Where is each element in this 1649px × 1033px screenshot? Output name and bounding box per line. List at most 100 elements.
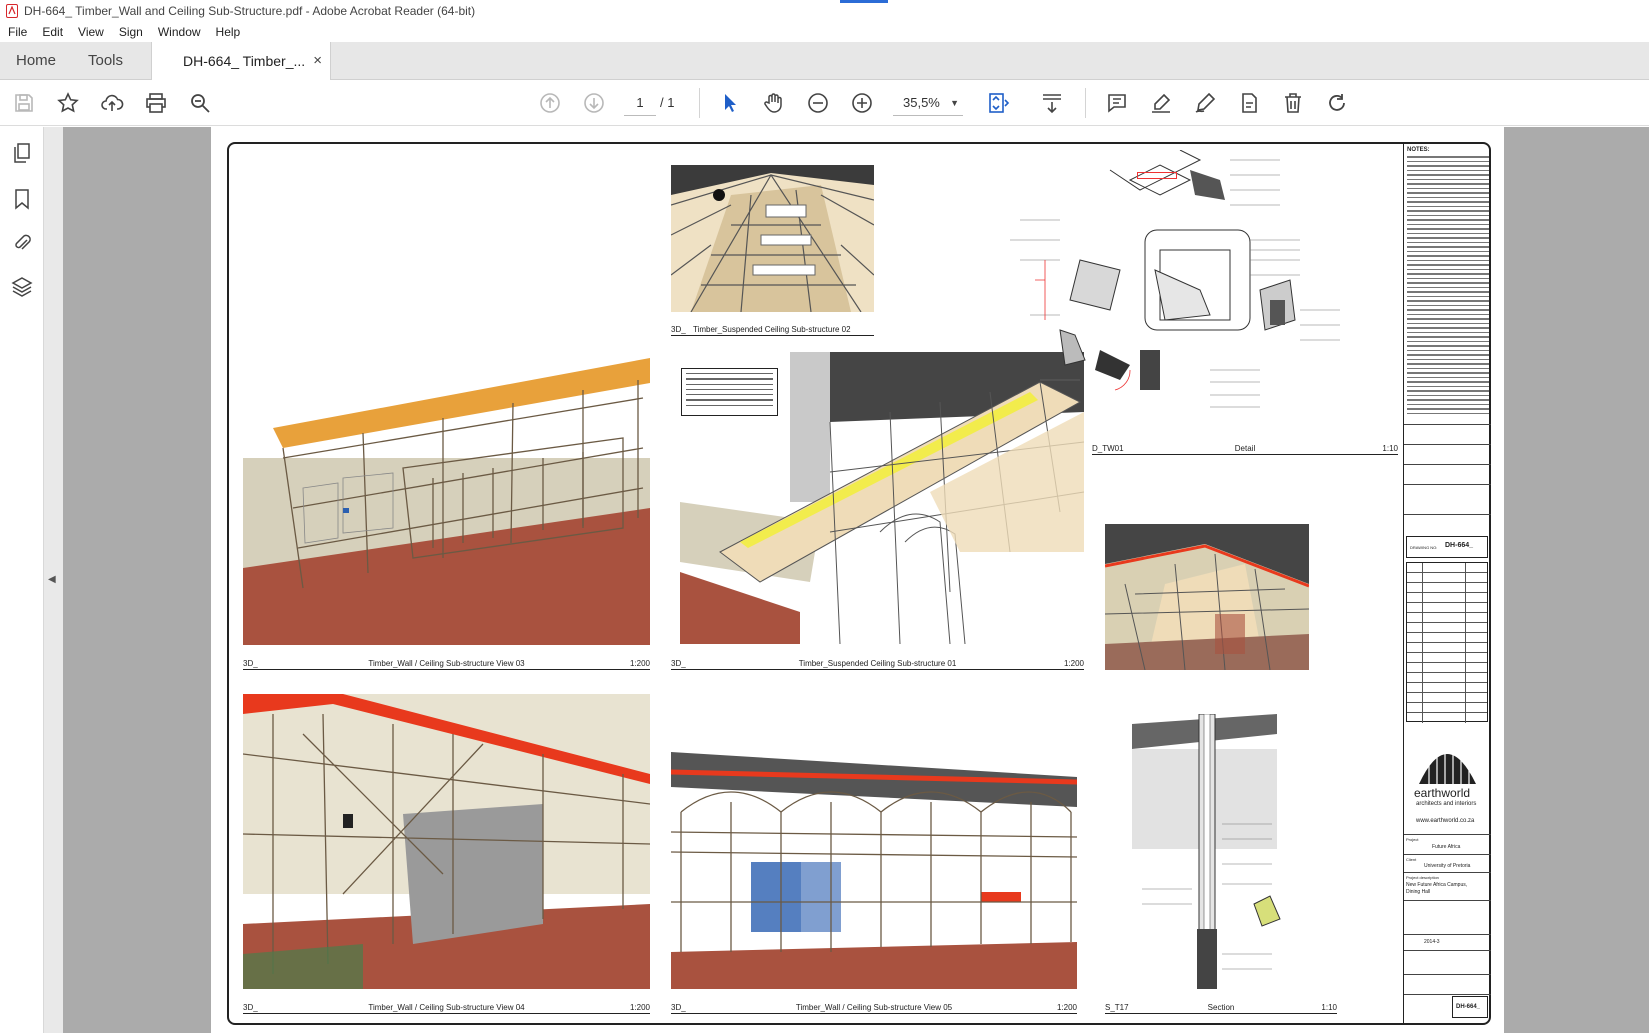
view-3d-wall-ceiling-05 [671, 752, 1077, 989]
view-label-3d-ceiling-02: 3D_ Timber_Suspended Ceiling Sub-structu… [671, 325, 874, 336]
organize-stamp-icon[interactable] [1237, 91, 1261, 115]
view-label-scale: 1:200 [1056, 1003, 1077, 1012]
print-icon[interactable] [144, 91, 168, 115]
view-label-3d-wall-ceiling-04: 3D_ Timber_Wall / Ceiling Sub-structure … [243, 1003, 650, 1014]
view-detail-tw01 [1000, 150, 1400, 430]
hand-tool-icon[interactable] [762, 91, 786, 115]
project-description: New Future Africa Campus, Dining Hall [1406, 882, 1468, 895]
detail-callout-tag [1137, 172, 1177, 179]
menu-view[interactable]: View [78, 25, 104, 39]
view-label-scale: 1:200 [1063, 659, 1084, 668]
drawing-number: DH-664_ [1445, 542, 1474, 549]
company-subtitle: architects and interiors [1416, 801, 1477, 807]
save-icon[interactable] [12, 91, 36, 115]
notes-body [1407, 156, 1489, 416]
acrobat-icon [6, 4, 18, 18]
select-cursor-icon[interactable] [718, 91, 742, 115]
page-total: / 1 [660, 95, 675, 110]
view-label-ref: 3D_ [671, 325, 686, 334]
zoom-in-icon[interactable] [850, 91, 874, 115]
view-label-3d-wall-ceiling-03: 3D_ Timber_Wall / Ceiling Sub-structure … [243, 659, 650, 670]
layers-icon[interactable] [10, 275, 34, 299]
zoom-out-icon[interactable] [806, 91, 830, 115]
client-name: University of Pretoria [1424, 863, 1471, 869]
sign-icon[interactable] [1193, 91, 1217, 115]
menu-sign[interactable]: Sign [119, 25, 143, 39]
window-title: DH-664_ Timber_Wall and Ceiling Sub-Stru… [24, 4, 476, 18]
stamp-number: DH-664_ [1456, 1004, 1481, 1010]
bookmark-star-icon[interactable] [56, 91, 80, 115]
toolbar-divider [699, 88, 700, 118]
attachments-paperclip-icon[interactable] [10, 231, 34, 255]
window-titlebar: DH-664_ Timber_Wall and Ceiling Sub-Stru… [0, 0, 1649, 22]
view-label-3d-ceiling-01: 3D_ Timber_Suspended Ceiling Sub-structu… [671, 659, 1084, 670]
left-navigation-rail [0, 127, 44, 1033]
menu-help[interactable]: Help [216, 25, 241, 39]
view-label-3d-wall-ceiling-05: 3D_ Timber_Wall / Ceiling Sub-structure … [671, 1003, 1077, 1014]
view-label-name: Timber_Suspended Ceiling Sub-structure 0… [798, 659, 957, 668]
comment-icon[interactable] [1105, 91, 1129, 115]
scroll-mode-icon[interactable] [1040, 91, 1064, 115]
tab-tools[interactable]: Tools [88, 42, 123, 80]
project-number: 2014-3 [1424, 939, 1440, 945]
zoom-search-icon[interactable] [188, 91, 212, 115]
highlight-pen-icon[interactable] [1149, 91, 1173, 115]
menu-window[interactable]: Window [158, 25, 201, 39]
menu-file[interactable]: File [8, 25, 27, 39]
drawing-stamp-box: DH-664_ [1452, 996, 1488, 1018]
zoom-level-value: 35,5% [903, 95, 940, 110]
chevron-down-icon: ▼ [950, 98, 959, 108]
view-label-detail-tw01: D_TW01 Detail 1:10 [1092, 444, 1398, 455]
prev-page-icon[interactable] [538, 91, 562, 115]
company-name: earthworld [1414, 786, 1471, 800]
next-page-icon[interactable] [582, 91, 606, 115]
delete-trash-icon[interactable] [1281, 91, 1305, 115]
toolbar-divider [1085, 88, 1086, 118]
view-label-name: Detail [1234, 444, 1256, 453]
view-label-name: Timber_Wall / Ceiling Sub-structure View… [368, 1003, 525, 1012]
view-label-scale: 1:10 [1382, 444, 1398, 453]
company-website: www.earthworld.co.za [1416, 818, 1475, 824]
view-3d-ceiling-02 [671, 165, 874, 312]
tab-document[interactable]: DH-664_ Timber_... × [151, 42, 331, 81]
company-logo: earthworld architects and interiors www.… [1404, 729, 1491, 829]
rotate-icon[interactable] [1325, 91, 1349, 115]
page-thumbnails-icon[interactable] [10, 141, 34, 165]
view-label-name: Timber_Wall / Ceiling Sub-structure View… [368, 659, 525, 668]
client-label: Client [1406, 857, 1417, 862]
menu-bar: File Edit View Sign Window Help [0, 22, 1649, 42]
description-label: Project description [1406, 875, 1439, 880]
project-label: Project [1406, 837, 1419, 842]
view-3d-ceiling-detail [1105, 524, 1309, 670]
zoom-level-dropdown[interactable]: 35,5% ▼ [893, 90, 963, 116]
main-toolbar: 1 / 1 35,5% ▼ [0, 80, 1649, 126]
cloud-upload-icon[interactable] [100, 91, 124, 115]
view-3d-wall-ceiling-04 [243, 694, 650, 989]
view-label-section-t17: S_T17 Section 1:10 [1105, 1003, 1337, 1014]
drawing-number-box: DRAWING NO: DH-664_ [1406, 536, 1488, 558]
bookmarks-icon[interactable] [10, 187, 34, 211]
material-legend-box [681, 368, 778, 416]
collapse-arrow-icon[interactable]: ◀ [48, 574, 56, 585]
tab-home[interactable]: Home [16, 42, 56, 80]
view-label-scale: 1:10 [1321, 1003, 1337, 1012]
tab-bar: Home Tools DH-664_ Timber_... × [0, 42, 1649, 81]
project-name: Future Africa [1432, 844, 1461, 850]
view-3d-wall-ceiling-03 [243, 358, 650, 645]
tab-close-icon[interactable]: × [313, 42, 322, 80]
view-label-scale: 1:200 [629, 1003, 650, 1012]
title-accent-bar [840, 0, 888, 3]
tab-document-label: DH-664_ Timber_... [183, 53, 306, 69]
menu-edit[interactable]: Edit [42, 25, 63, 39]
fit-page-icon[interactable] [986, 91, 1010, 115]
view-label-scale: 1:200 [629, 659, 650, 668]
notes-heading: NOTES: [1407, 147, 1430, 153]
view-label-name: Section [1207, 1003, 1235, 1012]
page-number-input[interactable]: 1 [624, 90, 656, 116]
drawing-no-label: DRAWING NO: [1410, 545, 1438, 550]
view-section-t17 [1132, 714, 1312, 989]
view-label-name: Timber_Wall / Ceiling Sub-structure View… [795, 1003, 953, 1012]
view-label-name: Timber_Suspended Ceiling Sub-structure 0… [693, 325, 851, 334]
title-block: NOTES: DRAWING NO: DH-664_ earthworld ar… [1403, 144, 1491, 1023]
revision-table [1406, 562, 1488, 723]
